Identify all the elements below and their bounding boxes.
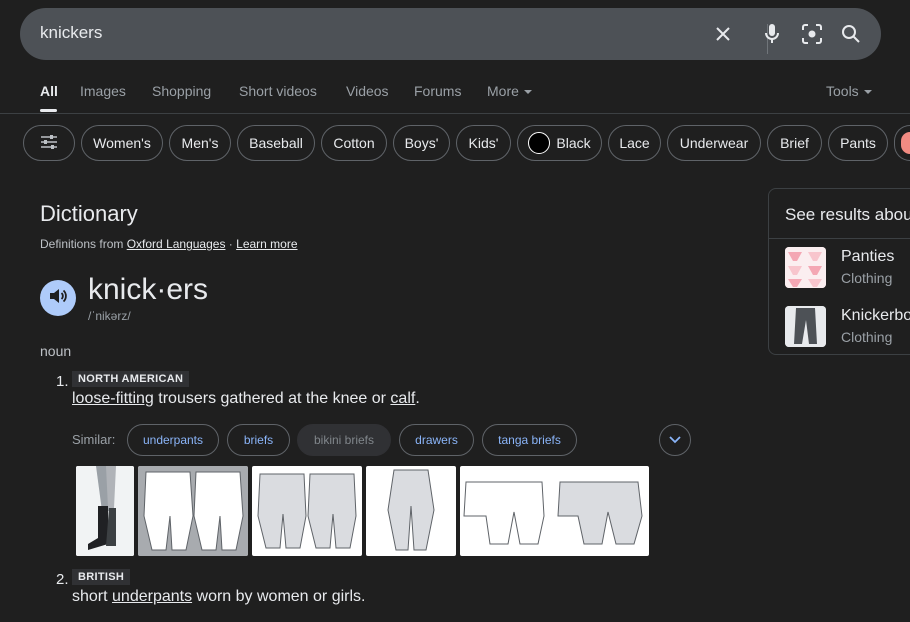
chip-kids[interactable]: Kids' [456, 125, 511, 161]
tab-all[interactable]: All [40, 83, 58, 99]
panel-item-panties[interactable]: Panties Clothing [769, 239, 910, 297]
sense-number: 1. [56, 373, 69, 390]
panel-item-name: Panties [841, 248, 895, 265]
filter-chips: Women's Men's Baseball Cotton Boys' Kids… [0, 125, 910, 163]
chevron-down-icon [523, 90, 532, 95]
dictionary-title: Dictionary [40, 201, 138, 226]
panel-item-knickerbockers[interactable]: Knickerbockers Clothing [769, 298, 910, 356]
chip-boys[interactable]: Boys' [393, 125, 450, 161]
panel-item-category: Clothing [841, 329, 893, 345]
similar-tanga-briefs[interactable]: tanga briefs [482, 424, 577, 456]
search-bar[interactable]: knickers [20, 8, 881, 60]
region-label: NORTH AMERICAN [72, 371, 190, 387]
learn-more-link[interactable]: Learn more [236, 237, 297, 251]
definition-2: short underpants worn by women or girls. [72, 588, 365, 606]
source-prefix: Definitions from [40, 237, 124, 251]
part-of-speech: noun [40, 343, 72, 359]
tab-images[interactable]: Images [80, 83, 126, 99]
underpants-link[interactable]: underpants [112, 588, 192, 605]
chip-mens[interactable]: Men's [169, 125, 231, 161]
panties-thumbnail [785, 247, 826, 288]
speaker-icon [48, 287, 68, 310]
panel-title: See results about [785, 205, 910, 224]
chip-brief[interactable]: Brief [767, 125, 822, 161]
color-swatch-black [528, 132, 551, 154]
chip-black[interactable]: Black [517, 125, 602, 161]
oxford-languages-link[interactable]: Oxford Languages [127, 237, 226, 251]
source-separator: · [225, 237, 237, 251]
see-results-about-panel: See results about Panties Clothing Knick… [768, 188, 910, 355]
image-thumbnail[interactable] [460, 466, 649, 556]
definition-text: short [72, 588, 113, 605]
tab-short-videos[interactable]: Short videos [239, 83, 317, 99]
phonetic: /ˈnikərz/ [88, 309, 131, 323]
image-thumbnail[interactable] [366, 466, 456, 556]
definition-end: . [415, 390, 420, 407]
color-swatch-pink [901, 132, 910, 154]
definition-text: trousers gathered at the knee or [153, 390, 391, 407]
sense-number: 2. [56, 571, 69, 588]
dictionary-source: Definitions from Oxford Languages · Lear… [40, 237, 298, 251]
chevron-down-icon [669, 431, 681, 449]
chip-lace[interactable]: Lace [608, 125, 661, 161]
active-tab-indicator [40, 109, 57, 112]
tools-label: Tools [826, 83, 859, 99]
similar-briefs[interactable]: briefs [227, 424, 290, 456]
filter-settings-button[interactable] [23, 125, 75, 161]
definition-1: loose-fitting trousers gathered at the k… [72, 390, 420, 408]
chip-black-label: Black [556, 135, 591, 151]
definition-end: worn by women or girls. [192, 588, 366, 605]
chip-pants[interactable]: Pants [828, 125, 888, 161]
headword: knick·ers [88, 273, 209, 306]
tab-shopping[interactable]: Shopping [152, 83, 211, 99]
image-thumbnail[interactable] [76, 466, 134, 556]
chip-cotton[interactable]: Cotton [321, 125, 387, 161]
similar-underpants[interactable]: underpants [127, 424, 219, 456]
image-thumbnail[interactable] [252, 466, 362, 556]
close-icon[interactable] [711, 22, 735, 46]
chip-baseball[interactable]: Baseball [237, 125, 315, 161]
search-tabs: All Images Shopping Short videos Videos … [0, 78, 910, 114]
chip-womens[interactable]: Women's [81, 125, 163, 161]
tab-more-label: More [487, 83, 519, 99]
expand-button[interactable] [659, 424, 691, 456]
image-thumbnail[interactable] [138, 466, 248, 556]
search-input[interactable]: knickers [40, 23, 102, 43]
chevron-down-icon [863, 90, 872, 95]
chip-more-partial[interactable] [894, 125, 910, 161]
calf-link[interactable]: calf [390, 390, 415, 407]
knickerbockers-thumbnail [785, 306, 826, 347]
panel-item-category: Clothing [841, 270, 893, 286]
similar-label: Similar: [72, 432, 116, 447]
panel-item-name: Knickerbockers [841, 307, 910, 324]
search-icon[interactable] [839, 22, 863, 46]
tools-button[interactable]: Tools [826, 83, 872, 99]
pronunciation-button[interactable] [40, 280, 76, 316]
chip-underwear[interactable]: Underwear [667, 125, 761, 161]
tab-more[interactable]: More [487, 83, 532, 99]
similar-bikini-briefs[interactable]: bikini briefs [297, 424, 391, 456]
microphone-icon[interactable] [760, 22, 784, 46]
tab-forums[interactable]: Forums [414, 83, 461, 99]
tab-videos[interactable]: Videos [346, 83, 389, 99]
similar-drawers[interactable]: drawers [399, 424, 474, 456]
loose-fitting-link[interactable]: loose-fitting [72, 390, 154, 407]
sliders-icon [39, 134, 59, 153]
lens-icon[interactable] [800, 22, 824, 46]
region-label: BRITISH [72, 569, 131, 585]
